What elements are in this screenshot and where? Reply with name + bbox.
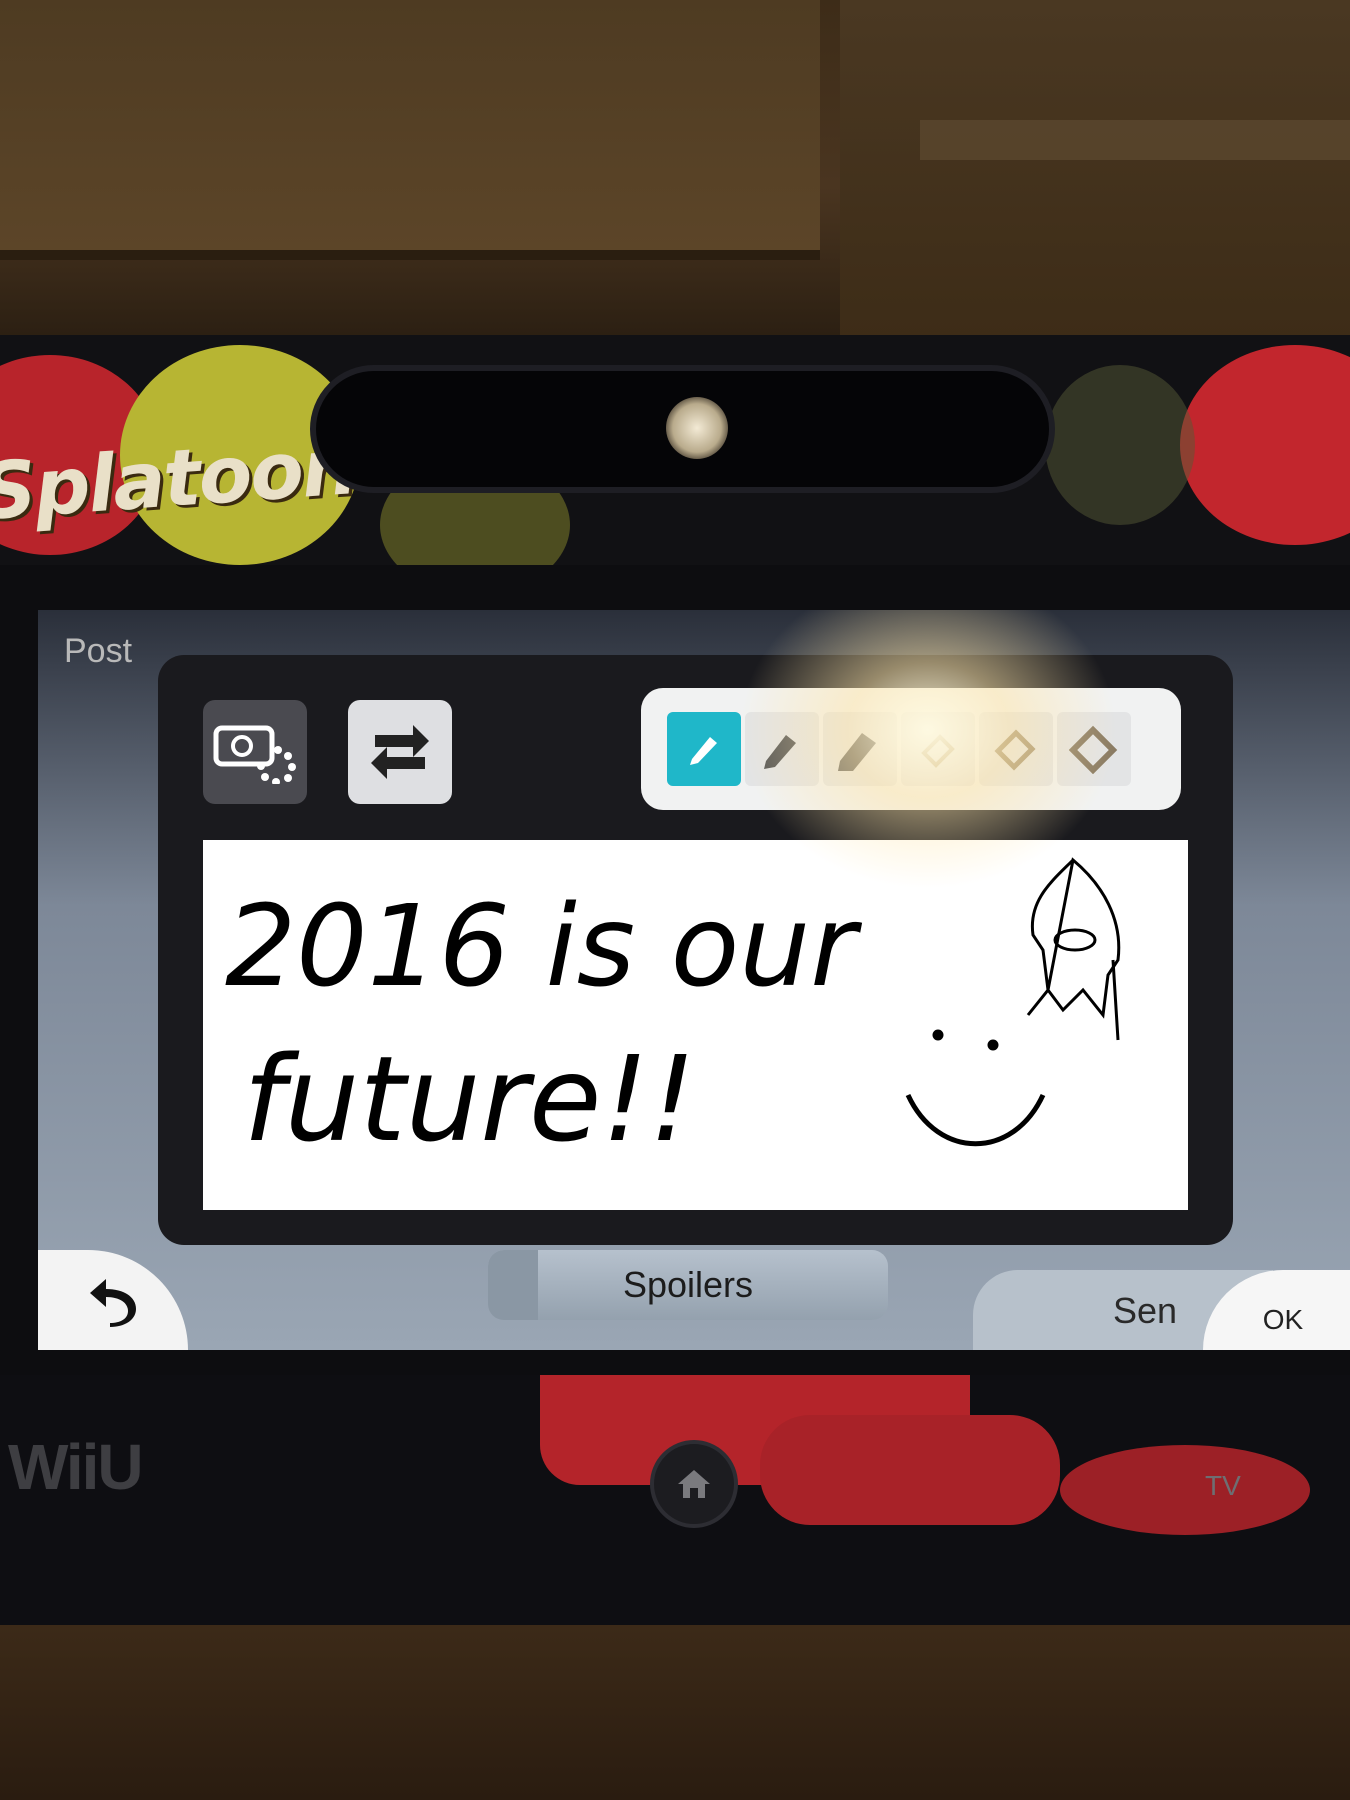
- undo-arrow-icon: [90, 1279, 136, 1327]
- room-background: [0, 0, 1350, 340]
- room-wall: [840, 0, 1350, 340]
- pen-medium-tool[interactable]: [745, 712, 819, 786]
- eraser-icon: [994, 729, 1036, 771]
- wiiu-logo: WiiU: [8, 1431, 144, 1503]
- ink-splat: [1045, 365, 1195, 525]
- room-baseboard: [920, 120, 1350, 160]
- touch-screen: Post 2016 is our future!! Spoilers Sen O…: [38, 610, 1350, 1350]
- eraser-thick-tool[interactable]: [1057, 712, 1131, 786]
- eraser-icon: [921, 734, 955, 768]
- ink-splat: [1180, 345, 1350, 545]
- tv-label: TV: [1205, 1470, 1241, 1501]
- drawing-canvas[interactable]: 2016 is our future!!: [203, 840, 1188, 1210]
- bottom-action-bar: Spoilers Sen OK: [38, 1250, 1350, 1350]
- smiley-doodle: [905, 1029, 1046, 1147]
- home-icon: [678, 1470, 710, 1498]
- post-header: Post: [64, 632, 133, 670]
- wiiu-gamepad: Splatoon Post 2016 is our future!! Spoil…: [0, 335, 1350, 1625]
- ok-label: OK: [1262, 1304, 1304, 1335]
- handwritten-line-2: future!!: [243, 1030, 696, 1168]
- floor-background: [0, 1625, 1350, 1800]
- eraser-icon: [1069, 725, 1118, 774]
- camera-bar: [310, 365, 1055, 493]
- swap-arrows-icon: [371, 725, 429, 779]
- handwritten-line-1: 2016 is our: [225, 882, 862, 1012]
- pencil-icon: [690, 737, 717, 765]
- eraser-thin-tool[interactable]: [901, 712, 975, 786]
- room-panel: [0, 0, 820, 260]
- handwritten-drawing: 2016 is our future!!: [225, 857, 1121, 1168]
- squid-doodle: [1026, 857, 1121, 1041]
- spoilers-checkbox[interactable]: [488, 1250, 538, 1320]
- pen-palette: [641, 688, 1181, 810]
- camera-lens: [666, 397, 728, 459]
- pen-thick-tool[interactable]: [823, 712, 897, 786]
- swap-canvas-button[interactable]: [348, 700, 452, 804]
- eraser-medium-tool[interactable]: [979, 712, 1053, 786]
- ink-splat: [760, 1415, 1060, 1525]
- pen-thin-tool[interactable]: [667, 712, 741, 786]
- send-label: Sen: [1113, 1290, 1178, 1331]
- ink-splat: [1060, 1445, 1310, 1535]
- drawing-replay-button[interactable]: [203, 700, 307, 804]
- camera-replay-icon: [213, 725, 296, 784]
- pencil-icon: [764, 735, 796, 769]
- gamepad-top-skin: Splatoon: [0, 335, 1350, 565]
- drawing-panel: 2016 is our future!!: [158, 655, 1233, 1245]
- spoilers-toggle[interactable]: Spoilers: [488, 1250, 888, 1320]
- pencil-icon: [838, 733, 876, 771]
- spoilers-label: Spoilers: [622, 1264, 754, 1305]
- gamepad-bottom-skin: WiiU TV: [0, 1375, 1350, 1625]
- back-button[interactable]: [38, 1250, 188, 1350]
- home-button[interactable]: [650, 1440, 738, 1528]
